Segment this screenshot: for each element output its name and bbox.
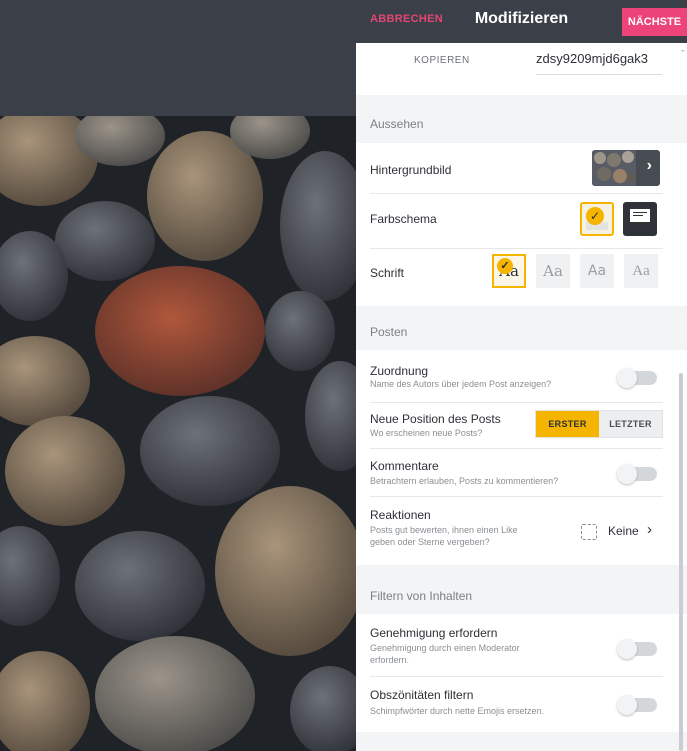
background-image-picker[interactable]: › bbox=[592, 150, 660, 186]
background-thumbnail bbox=[592, 150, 637, 186]
reactions-selector[interactable]: Keine › bbox=[581, 521, 655, 542]
font-sample: Aa bbox=[632, 262, 650, 279]
background-image-label: Hintergrundbild bbox=[370, 163, 452, 177]
attribution-description: Name des Autors über jedem Post anzeigen… bbox=[370, 379, 552, 389]
section-filter-title: Filtern von Inhalten bbox=[370, 589, 473, 603]
approval-description-line1: Genehmigung durch einen Moderator bbox=[370, 643, 520, 653]
divider bbox=[370, 248, 663, 249]
profanity-filter-toggle[interactable] bbox=[617, 695, 657, 715]
reactions-description-line2: geben oder Sterne vergeben? bbox=[370, 537, 490, 547]
scheme-preview-line bbox=[633, 215, 643, 216]
post-position-description: Wo erscheinen neue Posts? bbox=[370, 428, 483, 438]
canvas-topbar bbox=[0, 0, 356, 116]
chevron-right-icon: › bbox=[646, 157, 652, 174]
link-card: KOPIEREN zdsy9209mjd6gak3 ˆ bbox=[356, 43, 687, 95]
post-position-label: Neue Position des Posts bbox=[370, 412, 501, 426]
position-first-option[interactable]: ERSTER bbox=[536, 411, 599, 437]
link-value[interactable]: zdsy9209mjd6gak3 bbox=[536, 51, 648, 66]
font-sample: Aa bbox=[543, 262, 563, 280]
divider bbox=[370, 676, 663, 677]
position-last-option[interactable]: LETZTER bbox=[599, 411, 662, 437]
font-label: Schrift bbox=[370, 266, 405, 280]
toggle-knob bbox=[617, 368, 637, 388]
font-option-4[interactable]: Aa bbox=[624, 254, 658, 288]
checkmark-icon: ✓ bbox=[497, 258, 513, 274]
section-appearance-title: Aussehen bbox=[370, 117, 424, 131]
profanity-filter-description: Schimpfwörter durch nette Emojis ersetze… bbox=[370, 706, 545, 716]
toggle-knob bbox=[617, 639, 637, 659]
copy-link-button[interactable]: KOPIEREN bbox=[414, 55, 470, 66]
comments-label: Kommentare bbox=[370, 459, 439, 473]
filter-card: Genehmigung erfordern Genehmigung durch … bbox=[356, 614, 687, 732]
checkmark-icon: ✓ bbox=[586, 207, 604, 225]
divider bbox=[370, 193, 663, 194]
toggle-knob bbox=[617, 464, 637, 484]
toggle-knob bbox=[617, 695, 637, 715]
profanity-filter-label: Obszönitäten filtern bbox=[370, 688, 474, 702]
colorscheme-option-dark[interactable] bbox=[623, 202, 657, 236]
font-option-2[interactable]: Aa bbox=[536, 254, 570, 288]
appearance-card: Hintergrundbild › Farbschema ✓ Schrift ✓… bbox=[356, 143, 687, 306]
scheme-preview-line bbox=[633, 212, 647, 213]
comments-description: Betrachtern erlauben, Posts zu kommentie… bbox=[370, 476, 559, 486]
comments-toggle[interactable] bbox=[617, 464, 657, 484]
approval-label: Genehmigung erfordern bbox=[370, 626, 498, 640]
pebbles-image bbox=[0, 116, 356, 751]
approval-toggle[interactable] bbox=[617, 639, 657, 659]
chevron-right-icon: › bbox=[647, 521, 652, 538]
reactions-value: Keine bbox=[608, 524, 639, 538]
colorscheme-option-light[interactable]: ✓ bbox=[580, 202, 614, 236]
next-button[interactable]: NÄCHSTE bbox=[622, 8, 687, 36]
background-photo bbox=[0, 116, 356, 751]
section-posting-title: Posten bbox=[370, 325, 408, 339]
colorscheme-label: Farbschema bbox=[370, 212, 437, 226]
reactions-label: Reaktionen bbox=[370, 508, 431, 522]
divider bbox=[370, 496, 663, 497]
attribution-toggle[interactable] bbox=[617, 368, 657, 388]
posting-card: Zuordnung Name des Autors über jedem Pos… bbox=[356, 350, 687, 565]
panel-scrollbar[interactable] bbox=[679, 373, 683, 751]
approval-description-line2: erfordern. bbox=[370, 655, 410, 665]
attribution-label: Zuordnung bbox=[370, 364, 429, 378]
panel-header: ABBRECHEN Modifizieren NÄCHSTE bbox=[356, 0, 687, 43]
dashed-square-icon bbox=[581, 524, 597, 540]
font-sample: Aa bbox=[587, 263, 607, 279]
divider bbox=[370, 402, 663, 403]
chevron-up-icon: ˆ bbox=[681, 49, 685, 61]
link-underline bbox=[536, 74, 662, 75]
reactions-description-line1: Posts gut bewerten, ihnen einen Like bbox=[370, 525, 518, 535]
font-option-3[interactable]: Aa bbox=[580, 254, 614, 288]
divider bbox=[370, 448, 663, 449]
settings-panel: ABBRECHEN Modifizieren NÄCHSTE KOPIEREN … bbox=[356, 0, 687, 751]
post-position-segmented: ERSTER LETZTER bbox=[535, 410, 663, 438]
font-option-1[interactable]: Aa ✓ bbox=[492, 254, 526, 288]
